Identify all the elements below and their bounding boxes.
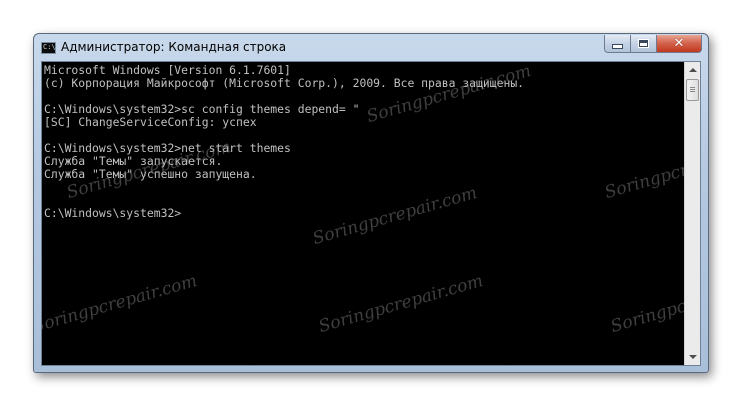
console-line: C:\Windows\system32>	[44, 206, 182, 220]
scroll-up-button[interactable]	[685, 62, 700, 78]
vertical-scrollbar[interactable]	[684, 62, 700, 365]
title-bar[interactable]: C:\ Администратор: Командная строка ✕	[34, 34, 708, 61]
watermark: Soringpcrepair.com	[316, 270, 486, 338]
arrow-down-icon	[688, 355, 697, 359]
close-button[interactable]: ✕	[657, 35, 702, 53]
watermark: Soringpcrepair.com	[42, 270, 200, 338]
command-prompt-icon[interactable]: C:\	[41, 42, 56, 54]
close-icon: ✕	[673, 36, 685, 51]
scroll-down-button[interactable]	[685, 349, 700, 365]
watermark: Soringpcrepair.com	[602, 136, 685, 204]
grip-line	[690, 87, 695, 88]
console-output[interactable]: Microsoft Windows [Version 6.1.7601] (c)…	[42, 62, 685, 365]
maximize-button[interactable]	[631, 35, 657, 53]
console-client-area: Microsoft Windows [Version 6.1.7601] (c)…	[41, 61, 701, 366]
cmd-window: C:\ Администратор: Командная строка ✕ Mi…	[33, 33, 709, 373]
minimize-button[interactable]	[604, 35, 631, 53]
grip-line	[690, 91, 695, 92]
console-line: [SC] ChangeServiceConfig: успех	[44, 115, 257, 129]
grip-line	[690, 89, 695, 90]
minimize-icon	[612, 44, 623, 49]
console-line: Служба "Темы" успешно запущена.	[44, 167, 257, 181]
arrow-up-icon	[688, 68, 697, 72]
window-title: Администратор: Командная строка	[61, 40, 287, 54]
watermark: Soringpcrepair.com	[310, 182, 480, 250]
watermark: Soringpcrepair.com	[364, 62, 534, 128]
watermark: Soringpcrepair.com	[608, 270, 685, 338]
console-line: (c) Корпорация Майкрософт (Microsoft Cor…	[44, 76, 525, 90]
scrollbar-thumb[interactable]	[686, 79, 699, 101]
maximize-icon	[638, 39, 649, 48]
